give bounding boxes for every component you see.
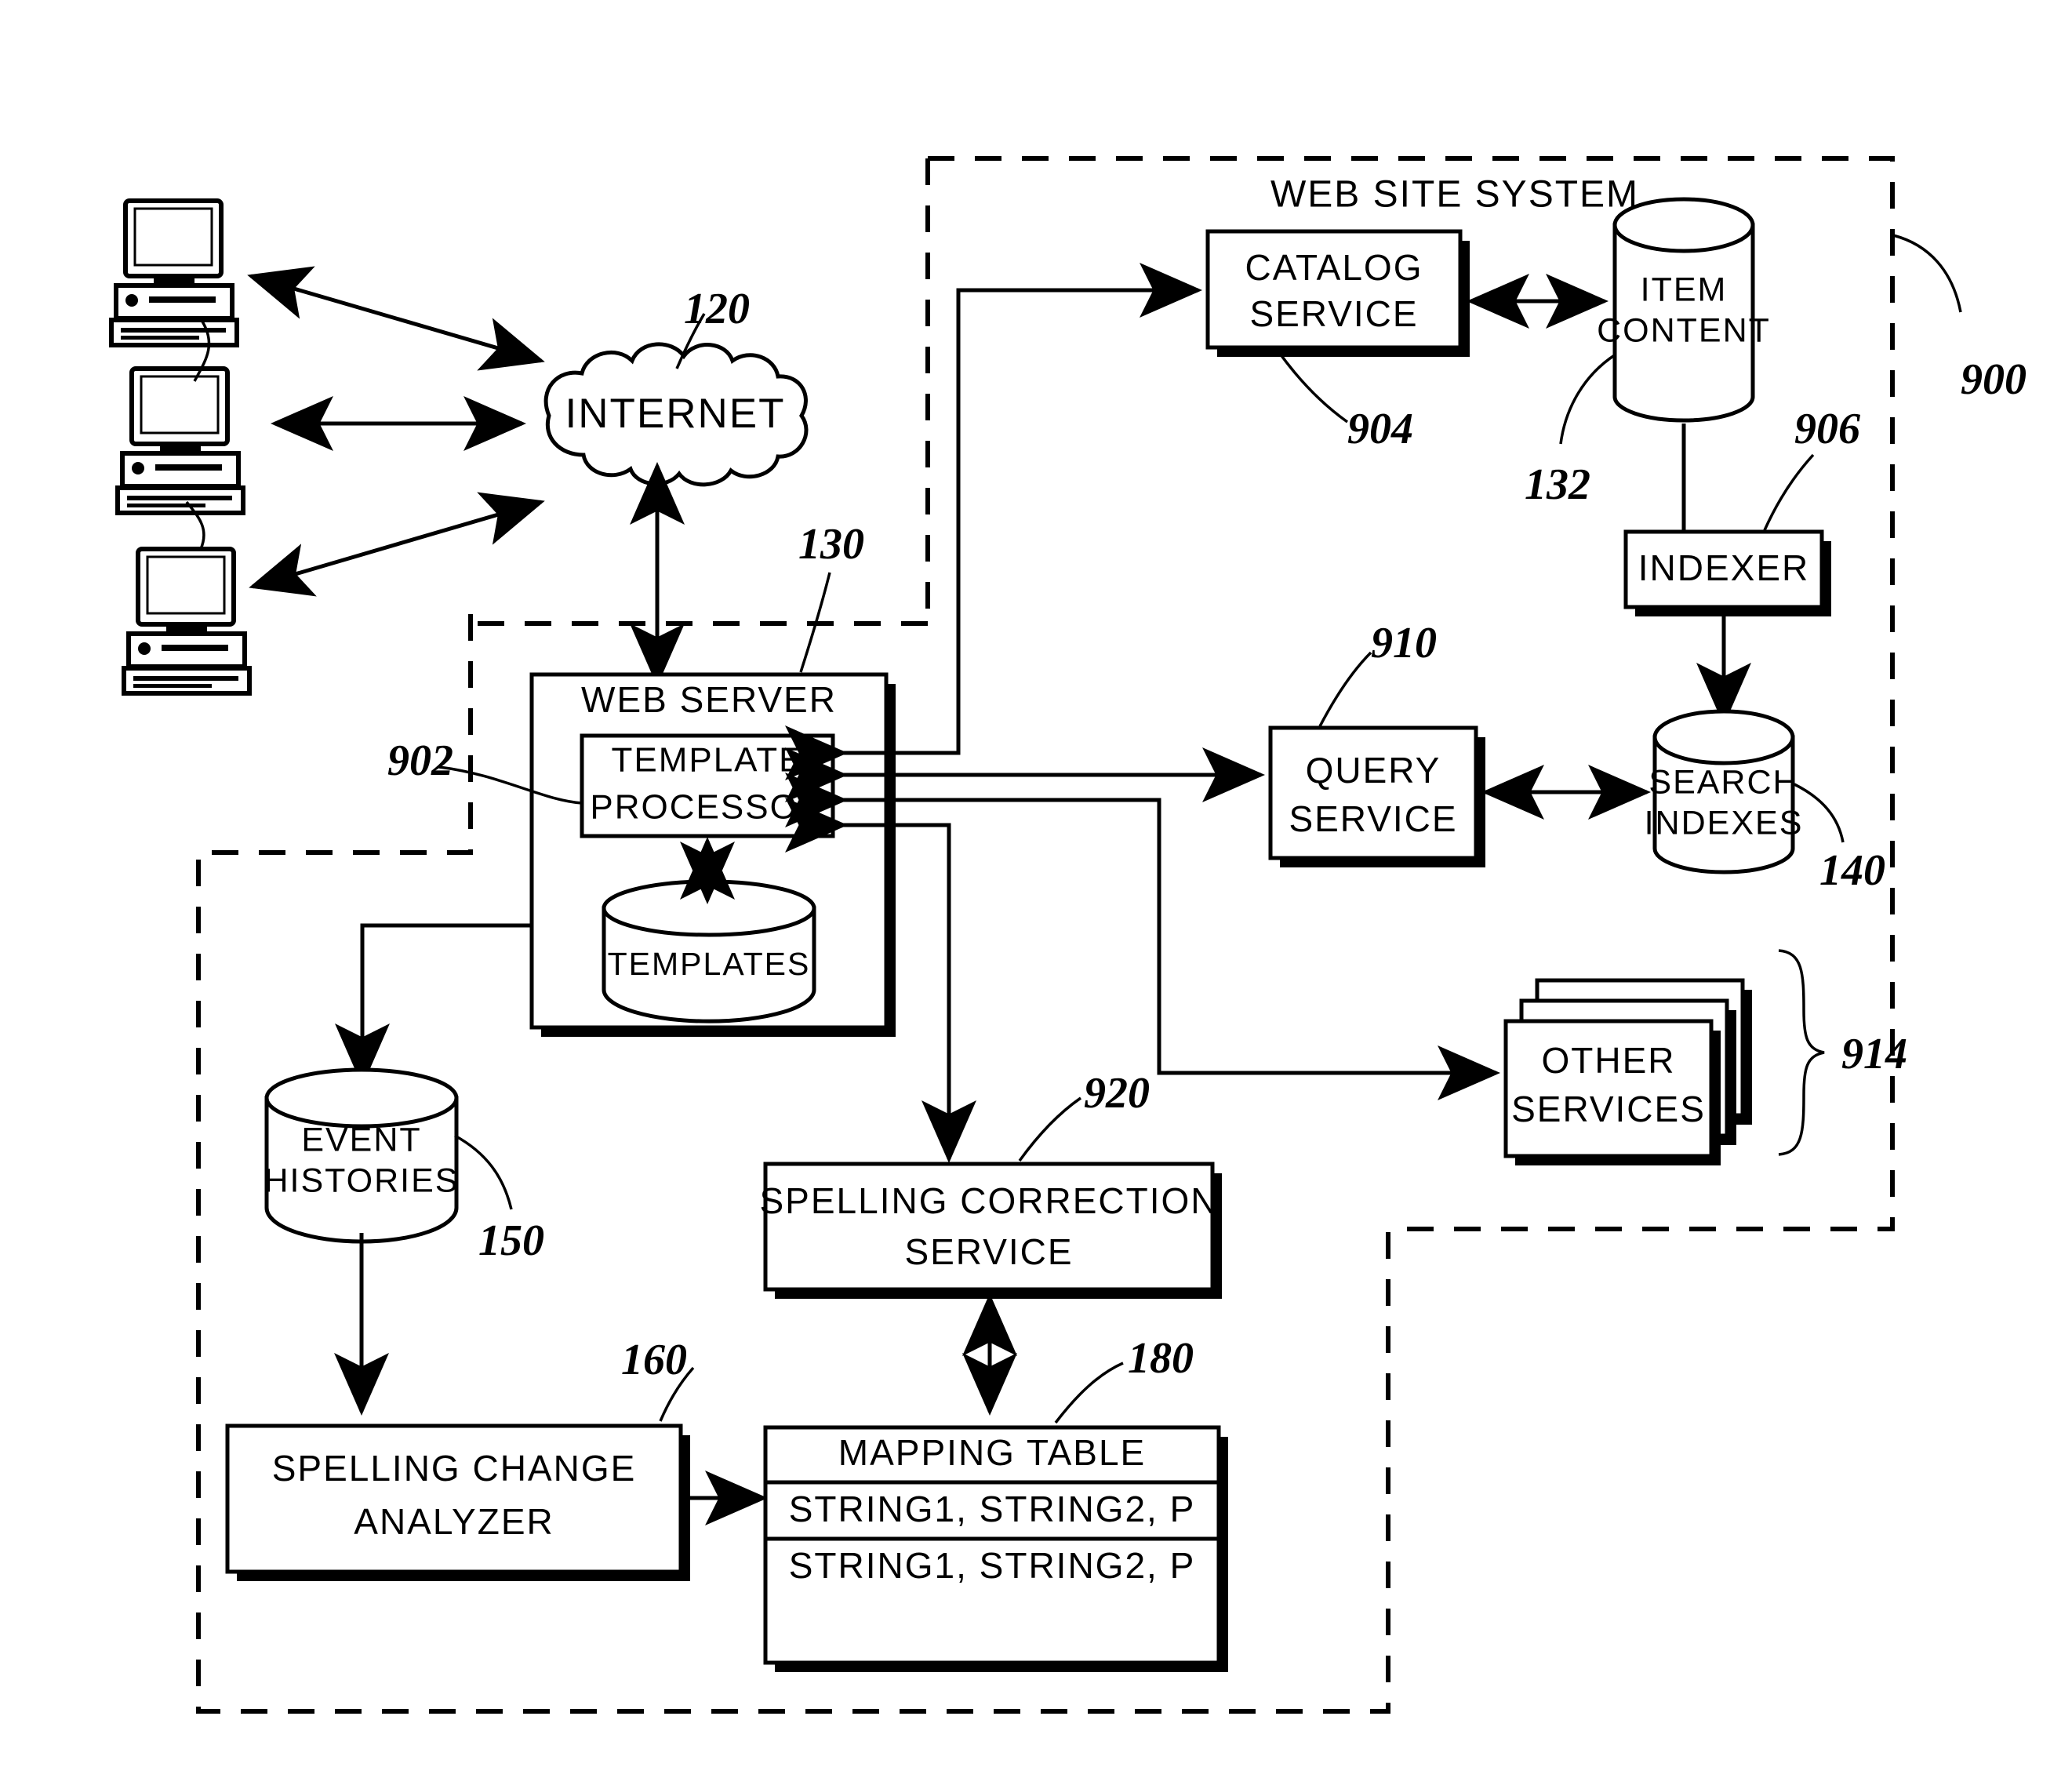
internet-label: INTERNET — [565, 391, 786, 437]
spelling-correction-service-line2: SERVICE — [904, 1231, 1073, 1272]
ref-120: 120 — [684, 285, 750, 333]
indexer-label: INDEXER — [1638, 547, 1809, 588]
client-computer-1 — [109, 198, 239, 347]
mapping-table-row-1: STRING1, STRING2, P — [789, 1545, 1196, 1586]
spelling-change-analyzer-box: SPELLING CHANGE ANALYZER — [225, 1423, 690, 1581]
ref-904: 904 — [1347, 405, 1413, 453]
client-computer-3 — [122, 547, 252, 696]
template-processor-box: TEMPLATE PROCESSOR — [580, 733, 835, 838]
mapping-table-row-0: STRING1, STRING2, P — [789, 1489, 1196, 1529]
search-indexes-line2: INDEXES — [1645, 804, 1804, 842]
spelling-correction-service-box: SPELLING CORRECTION SERVICE — [760, 1162, 1222, 1299]
item-content-cylinder: ITEM CONTENT — [1597, 197, 1771, 423]
catalog-service-box: CATALOG SERVICE — [1205, 229, 1470, 357]
ref-900: 900 — [1961, 355, 2027, 404]
catalog-service-line1: CATALOG — [1245, 247, 1423, 288]
search-indexes-line1: SEARCH — [1649, 763, 1798, 801]
event-histories-line2: HISTORIES — [264, 1162, 460, 1199]
patent-figure: INTERNET 120 WEB SERVER 130 TEMPLATE PRO… — [0, 0, 2072, 1767]
ref-132: 132 — [1525, 460, 1590, 509]
query-service-box: QUERY SERVICE — [1268, 725, 1485, 867]
template-processor-line1: TEMPLATE — [611, 741, 803, 780]
web-server-label: WEB SERVER — [581, 679, 837, 720]
ref-914: 914 — [1841, 1030, 1907, 1078]
ref-902: 902 — [387, 736, 453, 785]
search-indexes-cylinder: SEARCH INDEXES — [1645, 709, 1804, 874]
ref-150: 150 — [478, 1216, 544, 1265]
ref-920: 920 — [1084, 1069, 1150, 1118]
item-content-line1: ITEM — [1641, 271, 1728, 308]
ref-140: 140 — [1819, 846, 1885, 895]
event-histories-cylinder: EVENT HISTORIES — [264, 1067, 460, 1244]
templates-label: TEMPLATES — [608, 946, 811, 982]
ref-130: 130 — [798, 520, 864, 569]
ref-906: 906 — [1794, 405, 1860, 453]
web-site-system-label: WEB SITE SYSTEM — [1270, 174, 1639, 216]
spelling-change-analyzer-line1: SPELLING CHANGE — [272, 1448, 637, 1489]
arrow-webserver-eventhistories — [335, 923, 532, 1086]
diagram-canvas: INTERNET 120 WEB SERVER 130 TEMPLATE PRO… — [109, 156, 2027, 1714]
spelling-change-analyzer-line2: ANALYZER — [354, 1501, 554, 1542]
templates-cylinder: TEMPLATES — [602, 879, 816, 1023]
arrow-client1-internet — [247, 266, 545, 371]
other-services-line2: SERVICES — [1511, 1089, 1706, 1129]
ref-910: 910 — [1371, 619, 1437, 667]
query-service-line2: SERVICE — [1289, 798, 1457, 839]
internet-cloud: INTERNET — [543, 342, 809, 487]
template-processor-line2: PROCESSOR — [590, 788, 824, 827]
other-services-line1: OTHER — [1542, 1040, 1676, 1081]
mapping-table-box: MAPPING TABLE STRING1, STRING2, P STRING… — [763, 1425, 1228, 1672]
spelling-correction-service-line1: SPELLING CORRECTION — [760, 1180, 1219, 1221]
arrow-client3-internet — [249, 492, 545, 597]
ref-180: 180 — [1128, 1334, 1194, 1383]
indexer-box: INDEXER — [1623, 529, 1831, 616]
other-services-box: OTHER SERVICES — [1503, 978, 1752, 1165]
event-histories-line1: EVENT — [301, 1121, 421, 1158]
client-computer-2 — [115, 366, 245, 515]
catalog-service-line2: SERVICE — [1249, 293, 1418, 334]
mapping-table-header: MAPPING TABLE — [838, 1432, 1146, 1473]
ref-160: 160 — [621, 1336, 687, 1384]
query-service-line1: QUERY — [1306, 750, 1441, 791]
item-content-line2: CONTENT — [1597, 311, 1771, 349]
